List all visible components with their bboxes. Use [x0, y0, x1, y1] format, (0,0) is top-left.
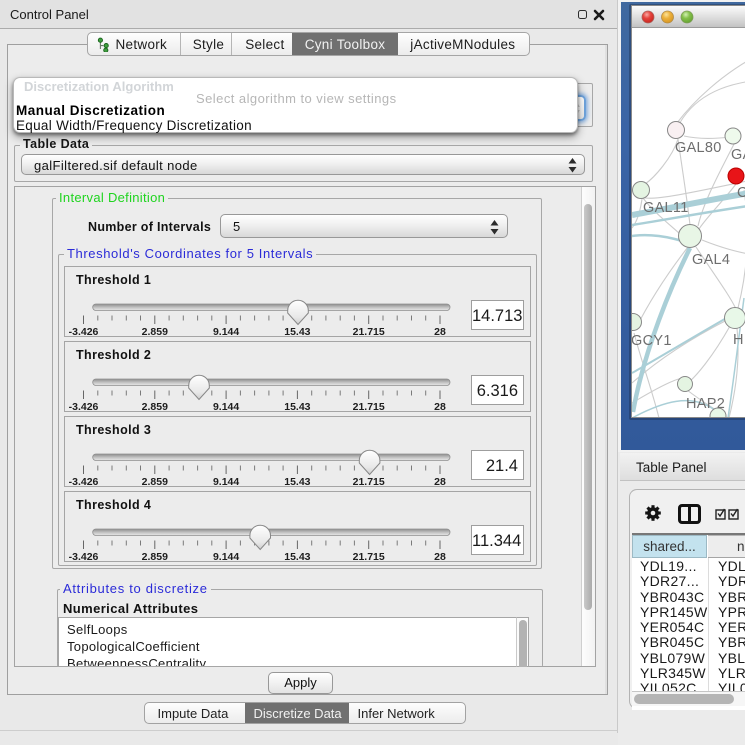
svg-text:2.859: 2.859	[142, 551, 168, 563]
svg-text:GCY1: GCY1	[632, 333, 672, 349]
svg-text:15.43: 15.43	[284, 326, 310, 338]
svg-text:CDC1: CDC1	[737, 185, 745, 201]
svg-text:9.144: 9.144	[213, 401, 239, 413]
svg-text:2.859: 2.859	[142, 326, 168, 338]
svg-text:GAL80: GAL80	[675, 140, 722, 156]
svg-text:GAL11: GAL11	[643, 200, 689, 216]
svg-text:-3.426: -3.426	[69, 326, 99, 338]
svg-text:9.144: 9.144	[213, 326, 239, 338]
svg-text:-3.426: -3.426	[69, 551, 99, 563]
svg-text:21.715: 21.715	[353, 401, 385, 413]
svg-text:H: H	[733, 332, 744, 348]
svg-text:28: 28	[434, 551, 446, 563]
svg-text:2.859: 2.859	[142, 476, 168, 488]
svg-text:-3.426: -3.426	[69, 401, 99, 413]
svg-text:21.715: 21.715	[353, 551, 385, 563]
svg-text:-3.426: -3.426	[69, 476, 99, 488]
svg-text:GAL4: GAL4	[692, 252, 730, 268]
svg-text:21.715: 21.715	[353, 326, 385, 338]
svg-text:9.144: 9.144	[213, 551, 239, 563]
svg-text:28: 28	[434, 401, 446, 413]
svg-text:9.144: 9.144	[213, 476, 239, 488]
svg-text:GAL3: GAL3	[731, 147, 745, 163]
svg-text:HAP2: HAP2	[686, 396, 725, 412]
svg-text:2.859: 2.859	[142, 401, 168, 413]
svg-text:28: 28	[434, 476, 446, 488]
svg-text:15.43: 15.43	[284, 551, 310, 563]
svg-text:15.43: 15.43	[284, 476, 310, 488]
svg-text:15.43: 15.43	[284, 401, 310, 413]
svg-text:28: 28	[434, 326, 446, 338]
svg-text:21.715: 21.715	[353, 476, 385, 488]
